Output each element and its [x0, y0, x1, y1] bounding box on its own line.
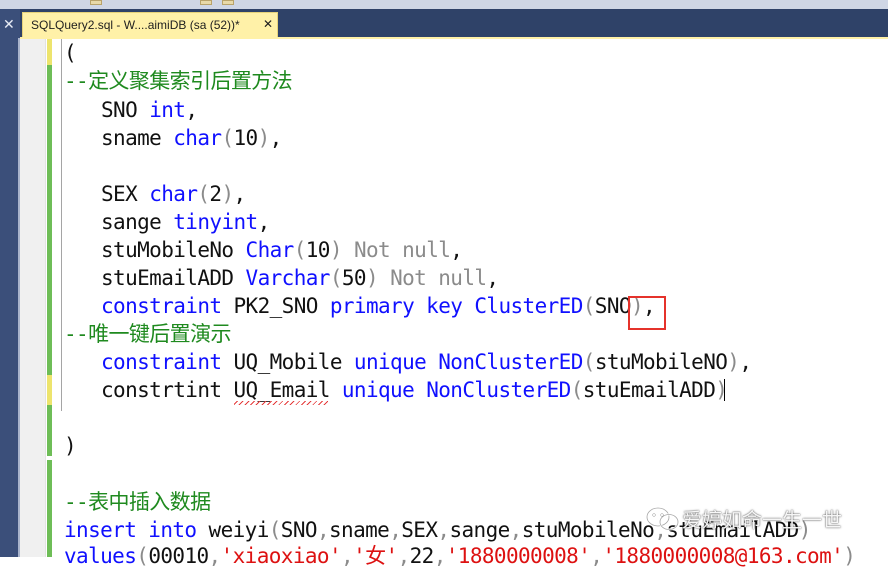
outline-guide — [61, 39, 62, 411]
watermark-text: 爱婷如命一生一世 — [682, 508, 842, 532]
code-line: stuMobileNo Char(10) Not null, — [101, 238, 463, 262]
wechat-icon — [646, 507, 679, 531]
close-tab-icon[interactable]: ✕ — [263, 17, 273, 31]
code-line: sange tinyint, — [101, 210, 270, 234]
code-comment: --唯一键后置演示 — [64, 322, 231, 346]
toolbar-strip — [0, 0, 888, 9]
code-line: SNO int, — [101, 98, 198, 122]
toolbar-button[interactable] — [90, 0, 102, 5]
code-line: ( — [64, 41, 77, 65]
change-bar-saved — [47, 460, 52, 557]
code-line: constraint UQ_Mobile unique NonClusterED… — [101, 350, 752, 374]
code-comment: --定义聚集索引后置方法 — [64, 69, 293, 93]
close-panel-icon[interactable]: ✕ — [3, 18, 15, 32]
watermark: 爱婷如命一生一世 — [642, 502, 872, 534]
object-explorer-panel: ✕ — [0, 9, 20, 557]
code-line: values(00010,'xiaoxiao','女',22,'18800000… — [64, 544, 856, 568]
code-text: SNO — [101, 98, 150, 122]
code-line: ) — [64, 434, 77, 458]
tab-title: SQLQuery2.sql - W....aimiDB (sa (52))* — [31, 18, 240, 32]
code-line: constrtint UQ_Email unique NonClusterED(… — [101, 378, 728, 402]
tab-sqlquery2[interactable]: SQLQuery2.sql - W....aimiDB (sa (52))* ✕ — [22, 12, 278, 38]
spelling-error-underline — [234, 401, 328, 405]
toolbar-button[interactable] — [222, 0, 234, 5]
change-bar-saved — [47, 65, 52, 375]
annotation-highlight-box — [628, 296, 666, 330]
code-line: stuEmailADD Varchar(50) Not null, — [101, 266, 499, 290]
change-bar-saved — [47, 405, 52, 456]
code-line: constraint PK2_SNO primary key ClusterED… — [101, 294, 656, 318]
code-line: sname char(10), — [101, 126, 282, 150]
code-comment: --表中插入数据 — [64, 490, 211, 514]
editor-gutter — [20, 39, 46, 557]
change-bar-unsaved — [47, 39, 52, 65]
text-cursor — [724, 379, 725, 401]
toolbar-button[interactable] — [200, 0, 212, 5]
change-bar-unsaved — [47, 375, 52, 405]
code-line: SEX char(2), — [101, 182, 246, 206]
